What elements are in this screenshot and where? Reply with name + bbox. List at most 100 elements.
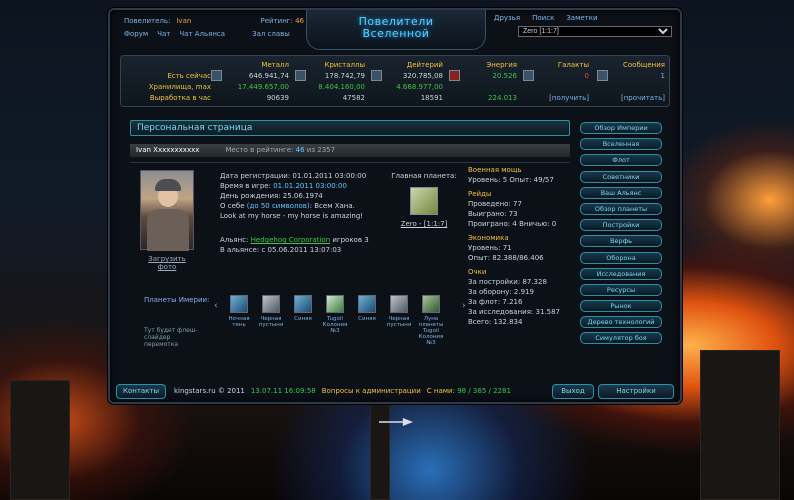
gallery-placeholder: Тут будет флеш-слайдер перемотка <box>144 327 198 348</box>
deuterium-icon <box>371 70 382 81</box>
username: Ivan Xxxxxxxxxxx <box>136 146 200 154</box>
resource-max: 4.668.977,00 <box>396 83 443 91</box>
alliance: Альянс: Hedgehog Corporation игроков 3 <box>220 236 369 244</box>
side-menu-item[interactable]: Верфь <box>580 235 662 248</box>
stat-line: Проведено: 77 <box>468 200 522 208</box>
resource-rate: 47582 <box>342 94 365 102</box>
side-menu-item[interactable]: Ваш Альянс <box>580 186 662 199</box>
birthday: День рождения: 25.06.1974 <box>220 192 323 200</box>
page-title: Персональная страница <box>130 120 570 136</box>
footer: Контакты kingstars.ru © 2011 13.07.11 16… <box>114 381 676 401</box>
resource-metal: Металл 646.941,74 17.449.657,00 90639 <box>209 60 289 104</box>
gallery-item[interactable]: Tugoil Колония №3 <box>322 295 348 346</box>
planet-gallery: Планеты Имерии: Тут будет флеш-слайдер п… <box>140 289 470 359</box>
avatar[interactable] <box>140 170 194 251</box>
station-structure <box>700 350 780 500</box>
side-menu-item[interactable]: Обзор планеты <box>580 202 662 215</box>
game-logo: Повелители Вселенной <box>306 10 486 50</box>
header: Повелитель: Ivan Рейтинг: 46 Форум Чат Ч… <box>110 10 680 52</box>
gallery-item[interactable]: Луна планеты Tugoil Колония №3 <box>418 295 444 346</box>
nav-forum[interactable]: Форум <box>124 28 148 41</box>
menu-search[interactable]: Поиск <box>532 14 554 22</box>
station-tower <box>370 400 390 500</box>
stat-line: За исследования: 31.587 <box>468 308 560 316</box>
station-structure <box>10 380 70 500</box>
alliance-since: В альянсе: с 05.06.2011 13:07:03 <box>220 246 342 254</box>
get-galactics-link[interactable]: [получить] <box>521 93 589 104</box>
stat-line: Опыт: 82.388/86.406 <box>468 254 544 262</box>
resource-galactics: Галакты 0 [получить] <box>521 60 589 104</box>
side-menu-item[interactable]: Вселенная <box>580 138 662 151</box>
profile-info: Дата регистрации: 01.01.2011 03:00:00 Вр… <box>220 171 380 255</box>
side-menu-item[interactable]: Ресурсы <box>580 283 662 296</box>
stat-line: Выиграно: 73 <box>468 210 518 218</box>
gallery-item[interactable]: Черная пустыня <box>386 295 412 346</box>
gallery-item[interactable]: Синяя <box>354 295 380 346</box>
gallery-item[interactable]: Синяя <box>290 295 316 346</box>
gallery-item[interactable]: Черная пустыня <box>258 295 284 346</box>
side-menu: Обзор Империи Вселенная Флот Советники В… <box>580 122 662 349</box>
stat-heading: Очки <box>468 268 487 276</box>
resource-max: 17.449.657,00 <box>237 83 289 91</box>
settings-button[interactable]: Настройки <box>598 384 674 399</box>
stat-heading: Рейды <box>468 190 492 198</box>
rating: Рейтинг: 46 <box>260 17 304 25</box>
nav-alliance-chat[interactable]: Чат Альянса <box>179 28 225 41</box>
game-window: Повелитель: Ivan Рейтинг: 46 Форум Чат Ч… <box>108 8 682 404</box>
home-planet-link[interactable]: Zero - [1:1:7] <box>390 219 458 229</box>
gallery-item[interactable]: Ночная тень <box>226 295 252 346</box>
energy-icon <box>449 70 460 81</box>
about: О себе (до 50 символов): Всем Хана. <box>220 202 355 210</box>
exit-button[interactable]: Выход <box>552 384 594 399</box>
side-menu-item[interactable]: Обзор Империи <box>580 122 662 134</box>
side-menu-item[interactable]: Исследования <box>580 267 662 280</box>
chevron-right-icon[interactable]: › <box>462 301 466 311</box>
resource-rate: 224.013 <box>488 94 517 102</box>
resource-max: 8.404.160,00 <box>318 83 365 91</box>
side-menu-item[interactable]: Дерево технологий <box>580 316 662 329</box>
personal-page: Персональная страница Ivan Xxxxxxxxxxx М… <box>130 120 570 380</box>
stat-line: Уровень: 71 <box>468 244 512 252</box>
user-bar: Ivan Xxxxxxxxxxx Место в рейтинге: 46 из… <box>130 144 570 157</box>
galactics-icon <box>523 70 534 81</box>
side-menu-item[interactable]: Советники <box>580 170 662 183</box>
resource-rate: 90639 <box>266 94 289 102</box>
side-menu-item[interactable]: Рынок <box>580 300 662 313</box>
nav-chat[interactable]: Чат <box>157 28 170 41</box>
about-text: Look at my horse - my horse is amazing! <box>220 212 364 220</box>
side-menu-item[interactable]: Оборона <box>580 251 662 264</box>
stat-line: За постройки: 87.328 <box>468 278 547 286</box>
admin-questions-link[interactable]: Вопросы к администрации <box>322 387 421 395</box>
player-panel: Повелитель: Ivan Рейтинг: 46 Форум Чат Ч… <box>124 15 304 41</box>
side-menu-item[interactable]: Постройки <box>580 219 662 232</box>
upload-photo-link[interactable]: Загрузить фото <box>140 255 194 271</box>
side-menu-item[interactable]: Флот <box>580 154 662 167</box>
resource-deuterium: Дейтерий 320.785,08 4.668.977,00 18591 <box>369 60 443 104</box>
resource-rate: 18591 <box>420 94 443 102</box>
ruler-label: Повелитель: <box>124 17 171 25</box>
menu-notes[interactable]: Заметки <box>566 14 597 22</box>
row-label: Хранилища, max <box>148 83 211 91</box>
messages-icon <box>597 70 608 81</box>
row-label: Выработка в час <box>149 94 211 102</box>
reg-date: Дата регистрации: 01.01.2011 03:00:00 <box>220 172 367 180</box>
menu-friends[interactable]: Друзья <box>494 14 520 22</box>
alliance-link[interactable]: Hedgehog Corporation <box>251 236 331 244</box>
crystal-icon <box>295 70 306 81</box>
planet-select[interactable]: Zero [1:1:7] <box>518 26 672 37</box>
stat-heading: Военная мощь <box>468 166 522 174</box>
server-time: 13.07.11 16:09:58 <box>250 387 316 395</box>
nav-hall-of-fame[interactable]: Зал славы <box>252 28 290 41</box>
chevron-left-icon[interactable]: ‹ <box>214 301 218 311</box>
contacts-button[interactable]: Контакты <box>116 384 166 399</box>
ruler-name[interactable]: Ivan <box>176 15 191 28</box>
copyright: kingstars.ru © 2011 <box>174 387 245 395</box>
metal-icon <box>211 70 222 81</box>
stat-heading: Экономика <box>468 234 509 242</box>
game-time: Время в игре: 01.01.2011 03:00:00 <box>220 182 347 190</box>
resources-bar: Есть сейчас Хранилища, max Выработка в ч… <box>120 55 670 107</box>
planet-image[interactable] <box>410 187 438 215</box>
side-menu-item[interactable]: Симулятор боя <box>580 332 662 345</box>
gallery-label: Планеты Имерии: <box>144 296 210 304</box>
read-messages-link[interactable]: [прочитать] <box>595 93 665 104</box>
